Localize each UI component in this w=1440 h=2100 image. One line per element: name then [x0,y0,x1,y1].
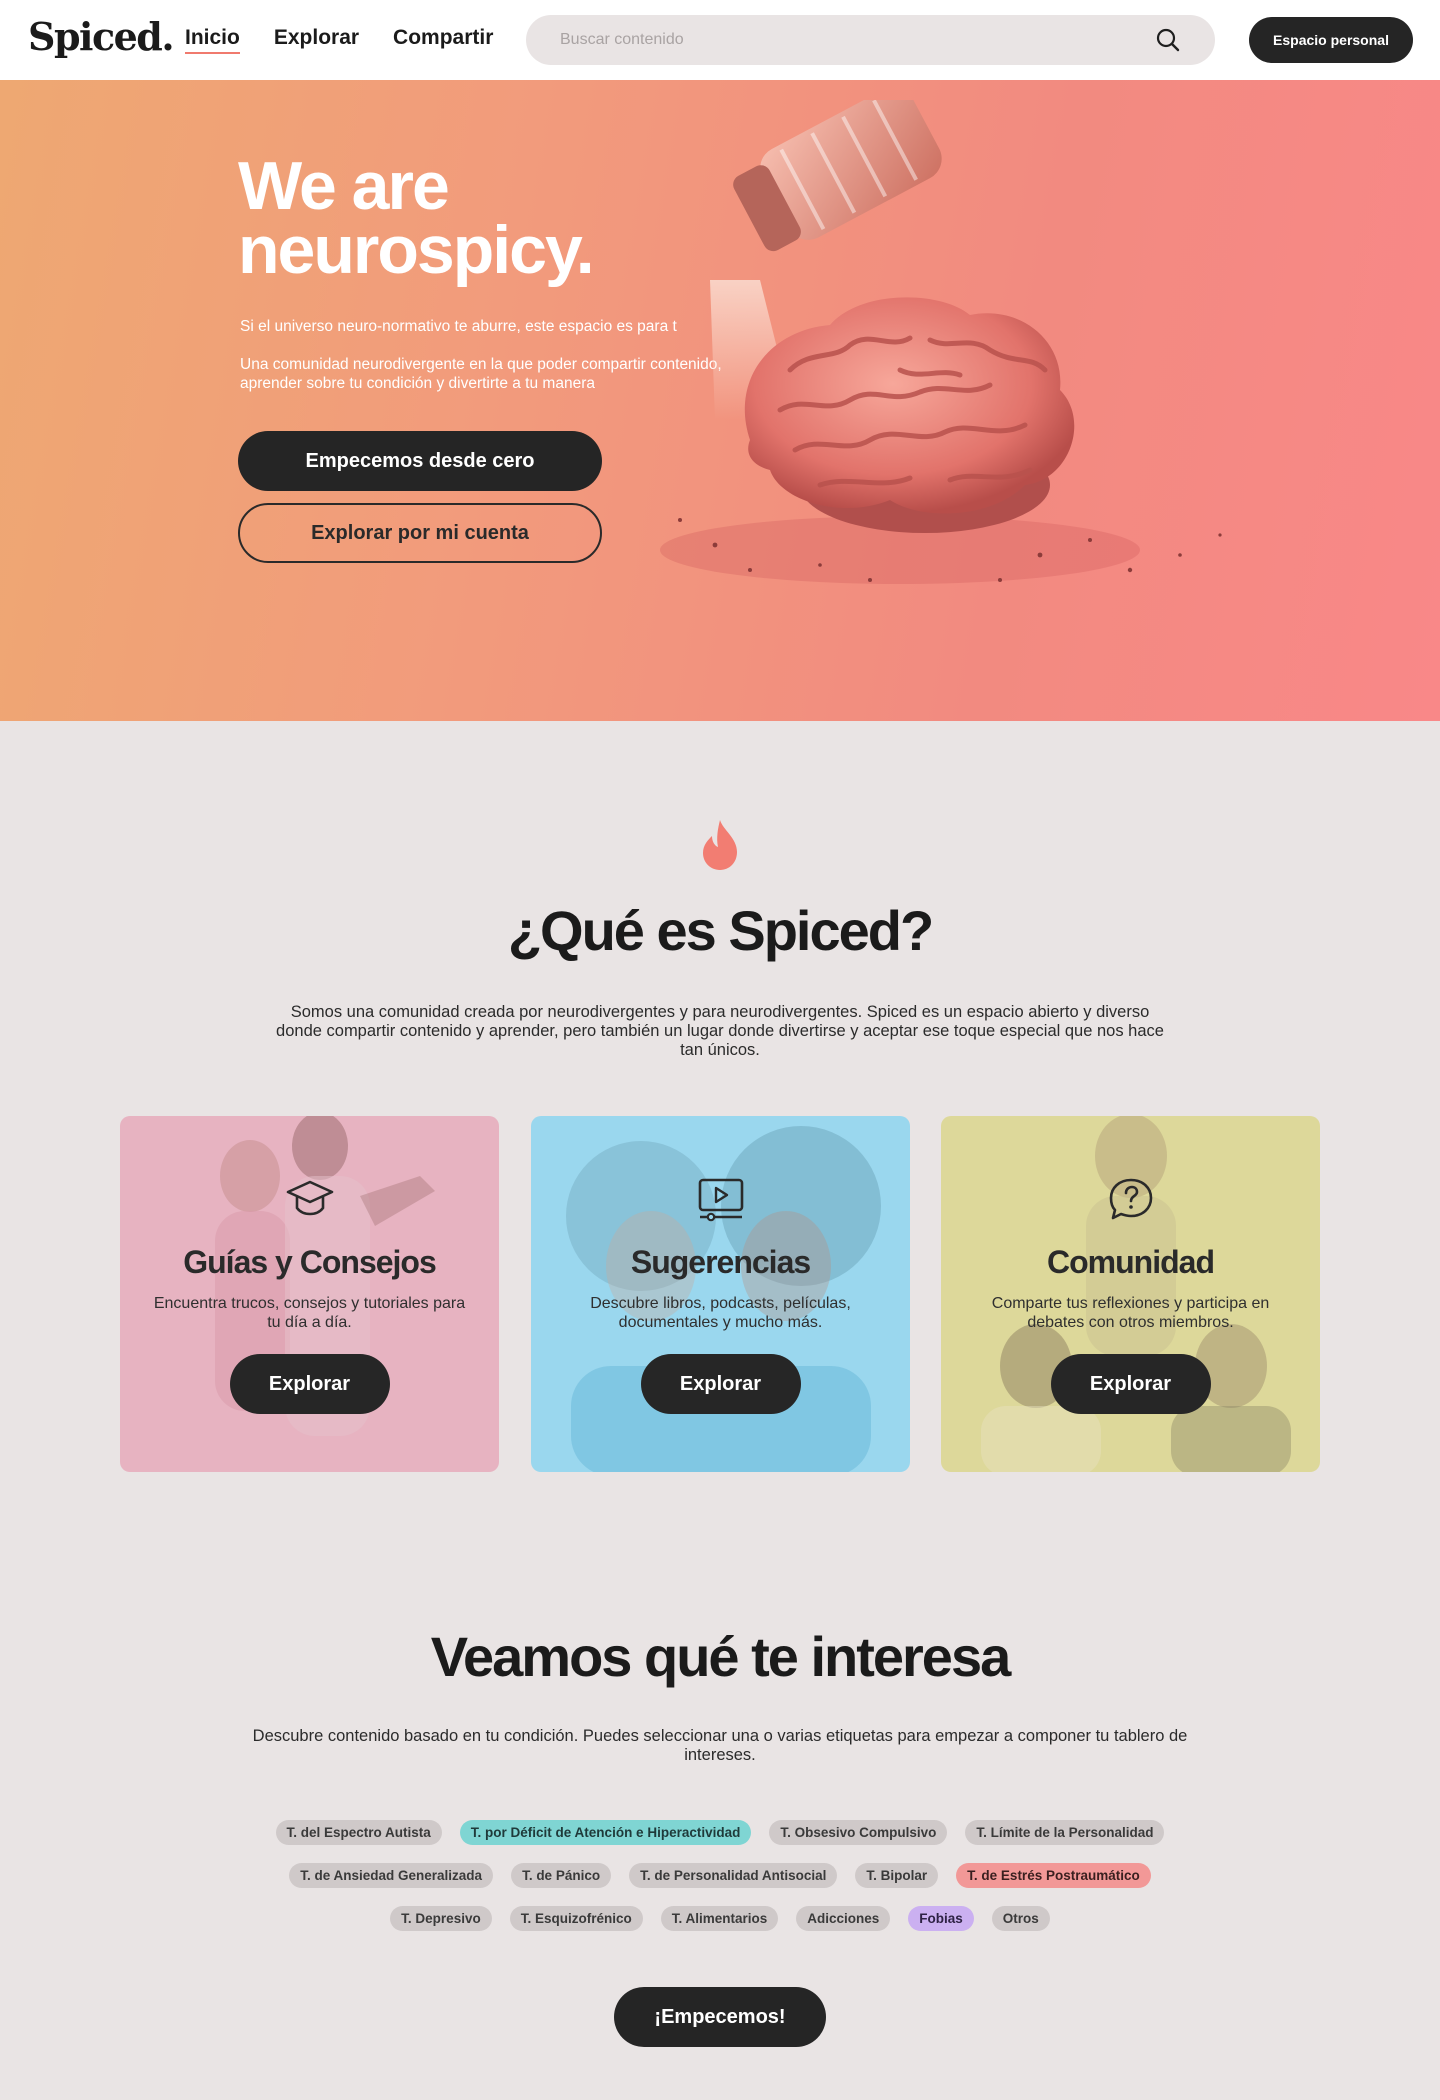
card-suggestions-title: Sugerencias [630,1244,811,1280]
tag-antisocial-personality[interactable]: T. de Personalidad Antisocial [629,1863,838,1888]
tag-panic[interactable]: T. de Pánico [511,1863,612,1888]
card-community: Comunidad Comparte tus reflexiones y par… [941,1116,1320,1472]
search-input[interactable] [560,31,1155,49]
logo[interactable]: Spiced. [28,14,175,59]
card-community-text: Comparte tus reflexiones y participa en … [991,1295,1270,1331]
interests-description: Descubre contenido basado en tu condició… [252,1727,1188,1764]
tag-addictions[interactable]: Adicciones [796,1906,891,1931]
tag-borderline[interactable]: T. Límite de la Personalidad [965,1820,1165,1845]
what-is-spiced-description: Somos una comunidad creada por neurodive… [276,1003,1164,1059]
tag-depressive[interactable]: T. Depresivo [390,1906,492,1931]
explore-on-my-own-button[interactable]: Explorar por mi cuenta [238,503,602,563]
tag-generalized-anxiety[interactable]: T. de Ansiedad Generalizada [289,1863,494,1888]
hero-section: We are neurospicy. Si el universo neuro-… [0,80,1440,721]
flame-icon [703,820,737,870]
logo-text: Spiced. [28,14,175,59]
search-bar [526,15,1215,65]
tag-autism[interactable]: T. del Espectro Autista [275,1820,442,1845]
nav-link-compartir[interactable]: Compartir [393,26,493,50]
personal-space-button[interactable]: Espacio personal [1249,17,1413,63]
tag-ocd[interactable]: T. Obsesivo Compulsivo [769,1820,948,1845]
nav-link-explorar[interactable]: Explorar [274,26,359,50]
card-suggestions-explore-button[interactable]: Explorar [640,1354,801,1414]
tag-phobias[interactable]: Fobias [908,1906,974,1931]
video-player-icon [698,1178,743,1222]
tag-schizophrenic[interactable]: T. Esquizofrénico [509,1906,643,1931]
interests-title: Veamos qué te interesa [430,1625,1012,1688]
card-guides-text: Encuentra trucos, consejos y tutoriales … [153,1295,466,1331]
tag-row: T. del Espectro Autista T. por Déficit d… [275,1820,1165,1845]
tag-row: T. Depresivo T. Esquizofrénico T. Alimen… [390,1906,1050,1931]
tag-bipolar[interactable]: T. Bipolar [855,1863,939,1888]
card-suggestions-text: Descubre libros, podcasts, películas, do… [590,1295,851,1331]
nav-link-inicio[interactable]: Inicio [185,26,240,54]
salt-shaker-brain-illustration [660,100,1222,584]
tag-row: T. de Ansiedad Generalizada T. de Pánico… [289,1863,1151,1888]
interest-tags: T. del Espectro Autista T. por Déficit d… [220,1820,1220,1931]
graduation-cap-icon [286,1180,333,1216]
question-bubble-icon [1109,1178,1152,1220]
top-header: Spiced. Inicio Explorar Compartir Espaci… [0,0,1440,80]
card-community-title: Comunidad [1047,1244,1215,1280]
what-is-spiced-title: ¿Qué es Spiced? [507,899,934,962]
card-guides-title: Guías y Consejos [183,1244,437,1280]
search-icon[interactable] [1155,27,1181,53]
tag-ptsd[interactable]: T. de Estrés Postraumático [956,1863,1151,1888]
tag-adhd[interactable]: T. por Déficit de Atención e Hiperactivi… [459,1820,752,1845]
card-guides: Guías y Consejos Encuentra trucos, conse… [120,1116,499,1472]
tag-others[interactable]: Otros [991,1906,1050,1931]
tag-eating[interactable]: T. Alimentarios [660,1906,779,1931]
start-from-scratch-button[interactable]: Empecemos desde cero [238,431,602,491]
main-nav: Inicio Explorar Compartir [185,26,493,54]
lets-start-button[interactable]: ¡Empecemos! [614,1987,826,2047]
card-community-explore-button[interactable]: Explorar [1050,1354,1211,1414]
card-guides-explore-button[interactable]: Explorar [229,1354,390,1414]
card-suggestions: Sugerencias Descubre libros, podcasts, p… [531,1116,910,1472]
